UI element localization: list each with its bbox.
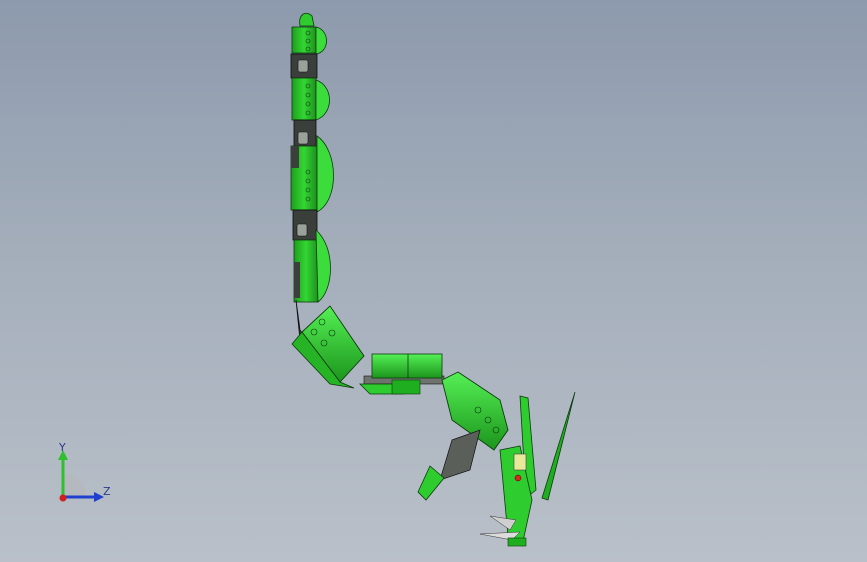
- arm-segment-2: [291, 77, 330, 121]
- arm-segment-3: [290, 135, 334, 213]
- arm-joint-3: [292, 209, 318, 241]
- z-axis-label: Z: [103, 485, 111, 498]
- arm-joint-2: [293, 119, 317, 147]
- arm-joint-1: [290, 53, 318, 79]
- x-axis-dot: [59, 494, 67, 502]
- arm-elbow-segment: [291, 299, 365, 389]
- arm-forearm-segment: [359, 353, 445, 395]
- y-axis-label: Y: [59, 441, 66, 454]
- robot-arm-model[interactable]: [0, 0, 867, 562]
- arm-wrist-segment: [417, 371, 509, 501]
- arm-tip-segment: [291, 12, 327, 55]
- 3d-viewport[interactable]: Y Z: [0, 0, 867, 562]
- arm-segment-4: [293, 229, 331, 303]
